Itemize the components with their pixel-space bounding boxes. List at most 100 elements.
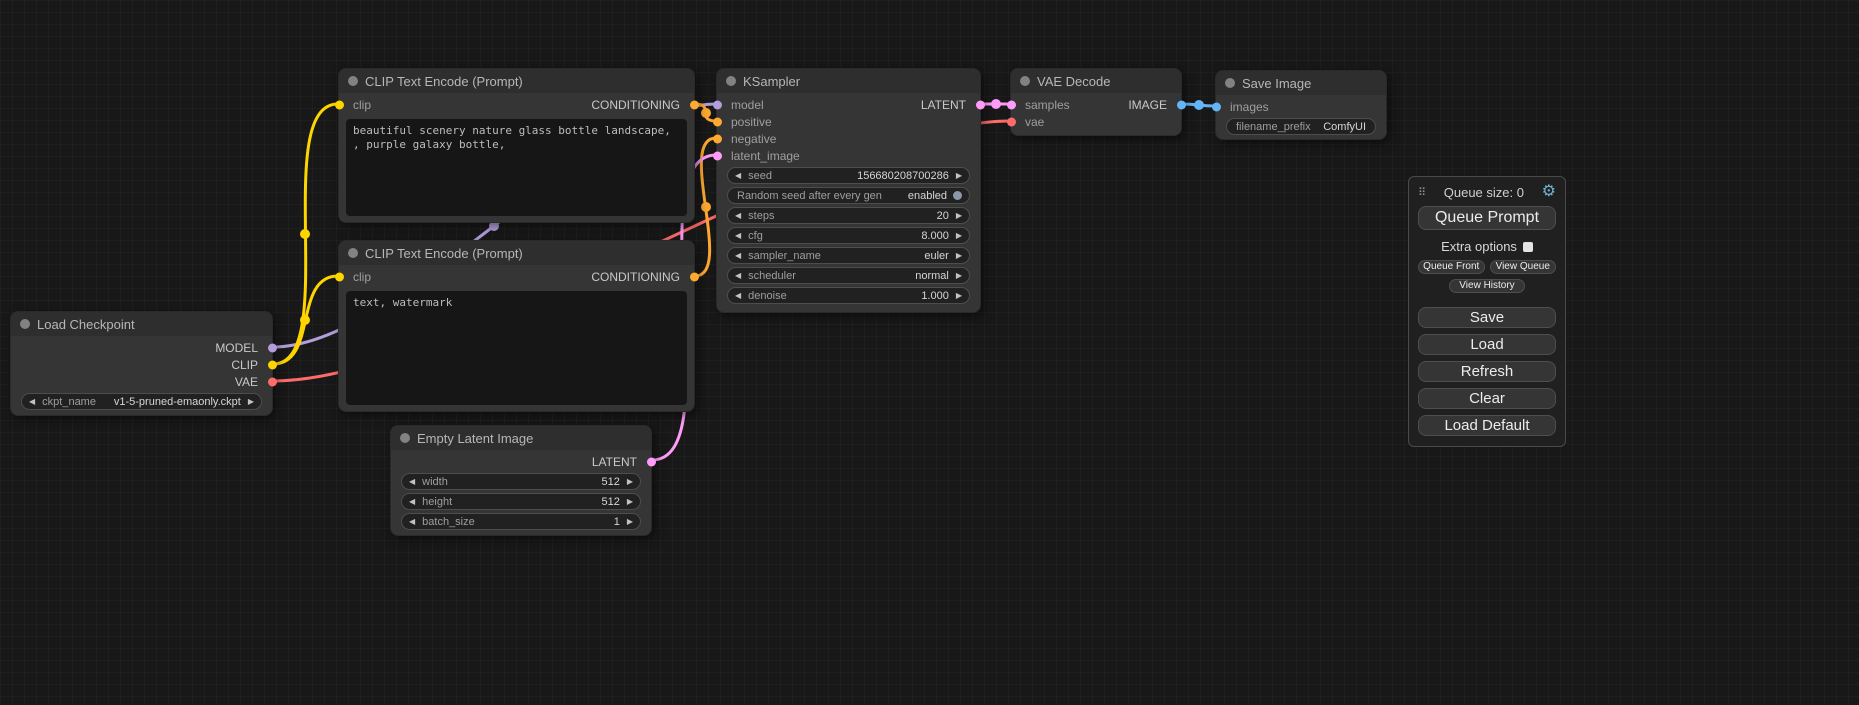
- output-label: IMAGE: [1128, 98, 1167, 112]
- increment-arrow-icon[interactable]: ▶: [956, 292, 962, 300]
- steps-widget[interactable]: ◀ steps 20 ▶: [727, 207, 970, 224]
- clip-input-port[interactable]: [335, 272, 344, 281]
- input-label: vae: [1025, 115, 1044, 129]
- collapse-dot[interactable]: [1020, 76, 1030, 86]
- extra-options-checkbox[interactable]: [1523, 242, 1533, 252]
- slot-row: samples IMAGE: [1011, 96, 1181, 113]
- drag-handle-icon[interactable]: ⠿: [1418, 186, 1426, 199]
- node-header[interactable]: Save Image: [1216, 71, 1386, 95]
- vae-output-port[interactable]: [268, 377, 277, 386]
- clip-input-port[interactable]: [335, 100, 344, 109]
- decrement-arrow-icon[interactable]: ◀: [735, 172, 741, 180]
- image-output-port[interactable]: [1177, 100, 1186, 109]
- latent-output-port[interactable]: [647, 457, 656, 466]
- collapse-dot[interactable]: [20, 319, 30, 329]
- denoise-widget[interactable]: ◀ denoise 1.000 ▶: [727, 287, 970, 304]
- output-slot-model: MODEL: [11, 339, 272, 356]
- node-save-image[interactable]: Save Image images filename_prefix ComfyU…: [1215, 70, 1387, 140]
- decrement-arrow-icon[interactable]: ◀: [735, 252, 741, 260]
- node-graph-canvas[interactable]: Load Checkpoint MODEL CLIP VAE ◀ ckpt_na…: [0, 0, 1859, 705]
- increment-arrow-icon[interactable]: ▶: [956, 272, 962, 280]
- input-label: images: [1230, 100, 1269, 114]
- collapse-dot[interactable]: [348, 248, 358, 258]
- filename-prefix-widget[interactable]: filename_prefix ComfyUI: [1226, 118, 1376, 135]
- node-load-checkpoint[interactable]: Load Checkpoint MODEL CLIP VAE ◀ ckpt_na…: [10, 311, 273, 416]
- sampler-name-widget[interactable]: ◀ sampler_name euler ▶: [727, 247, 970, 264]
- increment-arrow-icon[interactable]: ▶: [956, 212, 962, 220]
- height-widget[interactable]: ◀ height 512 ▶: [401, 493, 641, 510]
- negative-input-port[interactable]: [713, 134, 722, 143]
- increment-arrow-icon[interactable]: ▶: [627, 498, 633, 506]
- load-button[interactable]: Load: [1418, 334, 1556, 355]
- model-output-port[interactable]: [268, 343, 277, 352]
- output-slot-vae: VAE: [11, 373, 272, 390]
- clear-button[interactable]: Clear: [1418, 388, 1556, 409]
- load-default-button[interactable]: Load Default: [1418, 415, 1556, 436]
- node-empty-latent-image[interactable]: Empty Latent Image LATENT ◀ width 512 ▶ …: [390, 425, 652, 536]
- decrement-arrow-icon[interactable]: ◀: [735, 272, 741, 280]
- queue-front-button[interactable]: Queue Front: [1418, 260, 1485, 274]
- node-ksampler[interactable]: KSampler model LATENT positive negative …: [716, 68, 981, 313]
- wire-clip-negative: [273, 276, 338, 364]
- input-slot-images: images: [1216, 98, 1386, 115]
- latent-image-input-port[interactable]: [713, 151, 722, 160]
- widget-value: enabled: [908, 190, 947, 202]
- node-header[interactable]: Empty Latent Image: [391, 426, 651, 450]
- queue-menu-panel: ⠿ Queue size: 0 ⚙ Queue Prompt Extra opt…: [1408, 176, 1566, 447]
- node-header[interactable]: KSampler: [717, 69, 980, 93]
- negative-prompt-textarea[interactable]: text, watermark: [346, 291, 687, 405]
- collapse-dot[interactable]: [400, 433, 410, 443]
- ckpt-name-widget[interactable]: ◀ ckpt_name v1-5-pruned-emaonly.ckpt ▶: [21, 393, 262, 410]
- node-header[interactable]: Load Checkpoint: [11, 312, 272, 336]
- scheduler-widget[interactable]: ◀ scheduler normal ▶: [727, 267, 970, 284]
- random-seed-toggle-widget[interactable]: Random seed after every gen enabled: [727, 187, 970, 204]
- widget-value: 512: [601, 496, 619, 508]
- conditioning-output-port[interactable]: [690, 100, 699, 109]
- images-input-port[interactable]: [1212, 102, 1221, 111]
- decrement-arrow-icon[interactable]: ◀: [409, 498, 415, 506]
- queue-prompt-button[interactable]: Queue Prompt: [1418, 206, 1556, 230]
- refresh-button[interactable]: Refresh: [1418, 361, 1556, 382]
- extra-options-label: Extra options: [1441, 239, 1517, 254]
- increment-arrow-icon[interactable]: ▶: [248, 398, 254, 406]
- decrement-arrow-icon[interactable]: ◀: [735, 292, 741, 300]
- node-header[interactable]: CLIP Text Encode (Prompt): [339, 241, 694, 265]
- vae-input-port[interactable]: [1007, 117, 1016, 126]
- batch-size-widget[interactable]: ◀ batch_size 1 ▶: [401, 513, 641, 530]
- width-widget[interactable]: ◀ width 512 ▶: [401, 473, 641, 490]
- node-header[interactable]: VAE Decode: [1011, 69, 1181, 93]
- increment-arrow-icon[interactable]: ▶: [956, 252, 962, 260]
- collapse-dot[interactable]: [348, 76, 358, 86]
- cfg-widget[interactable]: ◀ cfg 8.000 ▶: [727, 227, 970, 244]
- increment-arrow-icon[interactable]: ▶: [956, 172, 962, 180]
- conditioning-output-port[interactable]: [690, 272, 699, 281]
- increment-arrow-icon[interactable]: ▶: [627, 478, 633, 486]
- node-vae-decode[interactable]: VAE Decode samples IMAGE vae: [1010, 68, 1182, 136]
- positive-input-port[interactable]: [713, 117, 722, 126]
- increment-arrow-icon[interactable]: ▶: [627, 518, 633, 526]
- decrement-arrow-icon[interactable]: ◀: [409, 518, 415, 526]
- decrement-arrow-icon[interactable]: ◀: [29, 398, 35, 406]
- clip-output-port[interactable]: [268, 360, 277, 369]
- collapse-dot[interactable]: [1225, 78, 1235, 88]
- positive-prompt-textarea[interactable]: beautiful scenery nature glass bottle la…: [346, 119, 687, 216]
- decrement-arrow-icon[interactable]: ◀: [409, 478, 415, 486]
- decrement-arrow-icon[interactable]: ◀: [735, 212, 741, 220]
- node-clip-text-encode-positive[interactable]: CLIP Text Encode (Prompt) clip CONDITION…: [338, 68, 695, 223]
- increment-arrow-icon[interactable]: ▶: [956, 232, 962, 240]
- view-history-button[interactable]: View History: [1449, 279, 1525, 293]
- decrement-arrow-icon[interactable]: ◀: [735, 232, 741, 240]
- slot-row: clip CONDITIONING: [339, 96, 694, 113]
- seed-widget[interactable]: ◀ seed 156680208700286 ▶: [727, 167, 970, 184]
- collapse-dot[interactable]: [726, 76, 736, 86]
- toggle-indicator[interactable]: [953, 191, 962, 200]
- view-queue-button[interactable]: View Queue: [1490, 260, 1557, 274]
- queue-actions-row: Queue Front View Queue: [1418, 260, 1556, 274]
- model-input-port[interactable]: [713, 100, 722, 109]
- save-button[interactable]: Save: [1418, 307, 1556, 328]
- samples-input-port[interactable]: [1007, 100, 1016, 109]
- settings-gear-icon[interactable]: ⚙: [1542, 184, 1556, 200]
- node-clip-text-encode-negative[interactable]: CLIP Text Encode (Prompt) clip CONDITION…: [338, 240, 695, 412]
- node-header[interactable]: CLIP Text Encode (Prompt): [339, 69, 694, 93]
- latent-output-port[interactable]: [976, 100, 985, 109]
